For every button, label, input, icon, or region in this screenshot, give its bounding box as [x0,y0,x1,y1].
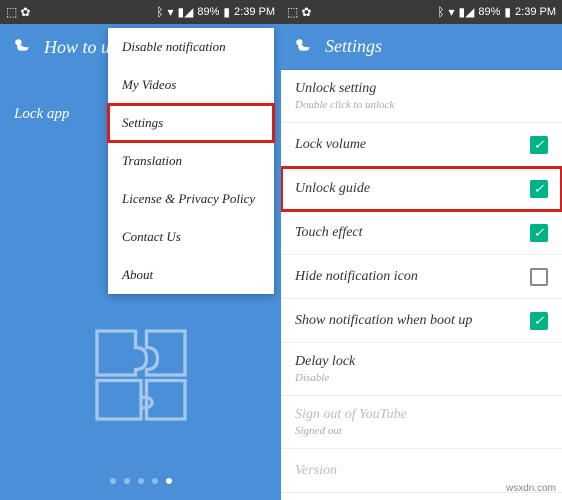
setting-label: Lock volume [295,137,530,153]
setting-label: Touch effect [295,225,530,241]
battery-text: 89% [197,6,219,18]
phone-left: ⬚ ✿ ᛒ ▾ ▮◢ 89% ▮ 2:39 PM How to use Lock… [0,0,281,500]
menu-item-translation[interactable]: Translation [108,142,274,180]
menu-item-about[interactable]: About [108,256,274,294]
setting-row-hide-notification-icon[interactable]: Hide notification icon [281,255,562,299]
settings-list[interactable]: Unlock settingDouble click to unlock Lock… [281,70,562,500]
setting-label: Hide notification icon [295,269,530,285]
setting-row-delay-lock[interactable]: Delay lockDisable [281,343,562,396]
setting-sublabel: Disable [295,372,548,384]
app-icon: ✿ [20,5,30,19]
setting-sublabel: Double click to unlock [295,99,548,111]
battery-icon: ▮ [223,5,230,19]
menu-item-disable-notification[interactable]: Disable notification [108,28,274,66]
menu-item-settings[interactable]: Settings [108,104,274,142]
battery-text: 89% [478,6,500,18]
wifi-icon: ▾ [168,5,174,19]
setting-row-sign-out-of-youtube: Sign out of YouTubeSigned out [281,396,562,449]
puzzle-icon [86,320,196,430]
checkbox[interactable]: ✓ [530,180,548,198]
setting-label: Delay lockDisable [295,354,548,384]
checkbox[interactable]: ✓ [530,224,548,242]
setting-row-lock-volume[interactable]: Lock volume✓ [281,123,562,167]
clock-text: 2:39 PM [515,6,556,18]
setting-row-show-notification-when-boot-up[interactable]: Show notification when boot up✓ [281,299,562,343]
setting-row-unlock-setting[interactable]: Unlock settingDouble click to unlock [281,70,562,123]
battery-icon: ▮ [504,5,511,19]
watermark: wsxdn.com [506,483,556,494]
signal-icon: ▮◢ [459,5,475,19]
lock-app-label: Lock app [14,106,69,123]
status-bar: ⬚ ✿ ᛒ ▾ ▮◢ 89% ▮ 2:39 PM [0,0,281,24]
status-bar: ⬚ ✿ ᛒ ▾ ▮◢ 89% ▮ 2:39 PM [281,0,562,24]
checkbox[interactable]: ✓ [530,136,548,154]
app-header-right: Settings [281,24,562,70]
page-dot[interactable] [152,478,158,484]
phone-right: ⬚ ✿ ᛒ ▾ ▮◢ 89% ▮ 2:39 PM Settings Unlock… [281,0,562,500]
setting-label: Sign out of YouTubeSigned out [295,407,548,437]
page-dot[interactable] [124,478,130,484]
logo-icon [12,36,34,58]
bluetooth-icon: ᛒ [156,5,163,19]
clock-text: 2:39 PM [234,6,275,18]
setting-label: Unlock settingDouble click to unlock [295,81,548,111]
setting-row-touch-effect[interactable]: Touch effect✓ [281,211,562,255]
app-icon: ✿ [301,5,311,19]
setting-label: Show notification when boot up [295,313,530,329]
dropbox-icon: ⬚ [6,5,17,19]
page-dot[interactable] [166,478,172,484]
page-dots [110,478,172,484]
setting-sublabel: Signed out [295,425,548,437]
logo-icon [293,36,315,58]
setting-label: Version [295,463,548,479]
setting-row-unlock-guide[interactable]: Unlock guide✓ [281,167,562,211]
dropdown-menu: Disable notificationMy VideosSettingsTra… [108,28,274,294]
page-dot[interactable] [110,478,116,484]
signal-icon: ▮◢ [178,5,194,19]
page-dot[interactable] [138,478,144,484]
checkbox[interactable] [530,268,548,286]
setting-label: Unlock guide [295,181,530,197]
bluetooth-icon: ᛒ [437,5,444,19]
dropbox-icon: ⬚ [287,5,298,19]
menu-item-my-videos[interactable]: My Videos [108,66,274,104]
header-title: Settings [325,36,382,57]
menu-item-contact-us[interactable]: Contact Us [108,218,274,256]
menu-item-license-privacy-policy[interactable]: License & Privacy Policy [108,180,274,218]
checkbox[interactable]: ✓ [530,312,548,330]
wifi-icon: ▾ [449,5,455,19]
